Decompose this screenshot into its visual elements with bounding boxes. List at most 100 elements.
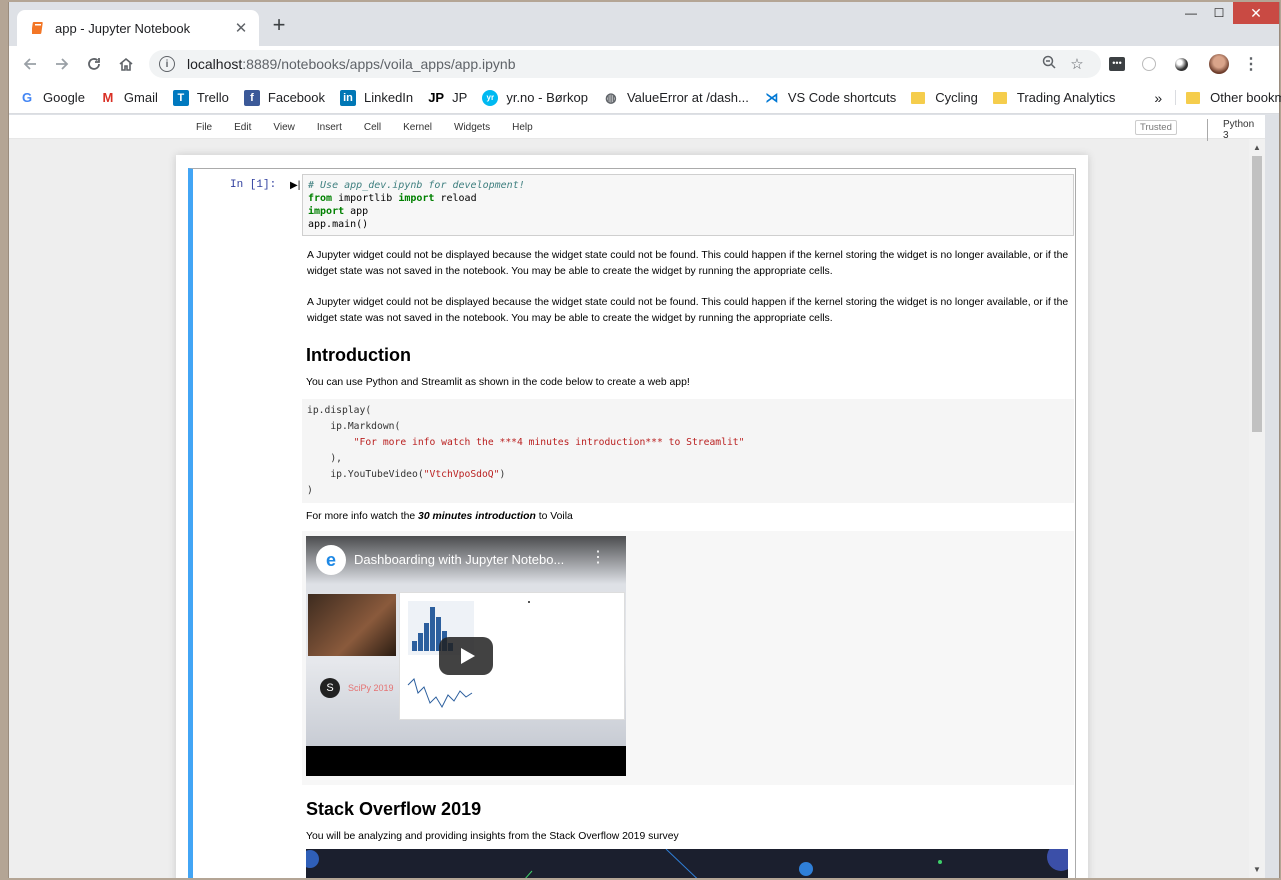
menu-view[interactable]: View (262, 122, 306, 133)
bookmarks-bar: G Google M Gmail T Trello f Facebook in LinkedIn J… (9, 82, 1281, 114)
folder-icon (1186, 91, 1201, 104)
jp-icon: JP (428, 90, 445, 105)
close-tab-icon[interactable]: ✕ (233, 19, 249, 37)
jupyter-menubar: File Edit View Insert Cell Kernel Widget… (9, 115, 1265, 141)
jupyter-page: File Edit View Insert Cell Kernel Widget… (9, 115, 1265, 878)
video-more-icon[interactable]: ⋮ (590, 550, 606, 566)
browser-tab[interactable]: app - Jupyter Notebook ✕ (17, 10, 259, 46)
bookmark-item[interactable]: ⋊ VS Code shortcuts (764, 90, 896, 106)
globe-icon: ◍ (605, 89, 617, 105)
input-prompt: In [1]: (230, 179, 277, 191)
reload-button[interactable] (78, 48, 110, 80)
new-tab-button[interactable]: + (267, 14, 291, 36)
code-string: "For more info watch the ***4 minutes in… (353, 437, 745, 448)
bookmark-folder-cycling[interactable]: Cycling (911, 90, 978, 105)
profile-avatar[interactable] (1203, 50, 1235, 78)
trusted-badge[interactable]: Trusted (1135, 120, 1177, 135)
zoom-icon[interactable] (1035, 55, 1063, 73)
close-window-button[interactable]: ✕ (1233, 2, 1279, 24)
site-info-icon[interactable]: i (159, 56, 175, 72)
maximize-button[interactable]: ☐ (1205, 2, 1233, 24)
banner-decoration-graphic (306, 849, 1068, 878)
intro-heading: Introduction (306, 345, 411, 365)
widget-error-message: A Jupyter widget could not be displayed … (307, 297, 1069, 324)
tab-strip: app - Jupyter Notebook ✕ + — ☐ ✕ (9, 2, 1279, 46)
stackoverflow-banner-image (306, 849, 1068, 878)
scipy-badge: S SciPy 2019 (320, 678, 394, 698)
extension-dots-icon[interactable]: ••• (1101, 50, 1133, 78)
bookmark-item[interactable]: f Facebook (243, 89, 325, 106)
video-title-bar: e Dashboarding with Jupyter Notebo... ⋮ (306, 536, 626, 584)
forward-arrow-icon (56, 58, 69, 70)
kernel-name: Python 3 (1223, 119, 1255, 141)
bookmark-label: Trello (196, 90, 229, 105)
menu-insert[interactable]: Insert (306, 122, 353, 133)
bookmark-item[interactable]: T Trello (172, 89, 229, 106)
bookmark-item[interactable]: M Gmail (100, 90, 158, 106)
bookmark-star-icon[interactable]: ☆ (1063, 55, 1091, 73)
bookmark-label: Facebook (267, 90, 325, 105)
code-text: ip.Markdown( (307, 421, 401, 432)
run-cell-icon[interactable]: ▶| (290, 180, 300, 191)
bookmark-label: Gmail (123, 90, 158, 105)
home-button[interactable] (110, 48, 142, 80)
intro-text: You can use Python and Streamlit as show… (306, 377, 690, 388)
menu-widgets[interactable]: Widgets (443, 122, 501, 133)
bookmarks-overflow-button[interactable]: » (1154, 90, 1162, 106)
scipy-logo-icon: S (320, 678, 340, 698)
trello-icon: T (172, 89, 189, 106)
text-span: to Voila (535, 511, 573, 522)
bookmarks-list: G Google M Gmail T Trello f Facebook in LinkedIn J… (19, 89, 911, 106)
scrollbar-thumb[interactable] (1252, 156, 1262, 432)
yr-icon: yr (482, 89, 499, 106)
scroll-down-icon[interactable]: ▼ (1253, 865, 1261, 874)
code-string: "VtchVpoSdoQ" (423, 469, 500, 480)
video-title[interactable]: Dashboarding with Jupyter Notebo... (354, 552, 564, 568)
widget-error-message: A Jupyter widget could not be displayed … (307, 250, 1069, 277)
menu-icon[interactable]: ⋮ (1235, 50, 1267, 78)
bookmark-item[interactable]: yr yr.no - Børkop (482, 89, 588, 106)
extensions-area: ••• ⋮ (1101, 50, 1267, 78)
other-bookmarks-folder[interactable]: Other bookmarks (1175, 90, 1281, 105)
extension-circle-icon[interactable] (1165, 50, 1197, 78)
bookmark-item[interactable]: JP JP (428, 90, 467, 106)
notebook-container: In [1]: ▶| # Use app_dev.ipynb for devel… (176, 155, 1088, 878)
code-text: reload (434, 193, 477, 204)
code-text: ) (499, 469, 506, 480)
menu-kernel[interactable]: Kernel (392, 122, 443, 133)
back-button[interactable] (14, 48, 46, 80)
url-path: :8889/notebooks/apps/voila_apps/app.ipyn… (242, 56, 516, 72)
bookmark-item[interactable]: ◍ ValueError at /dash... (603, 90, 749, 106)
url-text[interactable]: localhost:8889/notebooks/apps/voila_apps… (187, 56, 1035, 72)
bookmark-folder-trading[interactable]: Trading Analytics (992, 90, 1115, 105)
menu-help[interactable]: Help (501, 122, 544, 133)
extension-timer-icon[interactable] (1133, 50, 1165, 78)
scroll-up-icon[interactable]: ▲ (1253, 143, 1261, 152)
bookmark-label: Google (43, 90, 85, 105)
home-icon (119, 57, 133, 71)
menu-edit[interactable]: Edit (223, 122, 262, 133)
play-button[interactable] (439, 637, 493, 675)
bookmark-item[interactable]: G Google (19, 90, 85, 106)
jupyter-notebook-icon (31, 21, 45, 35)
emphasis-text: 30 minutes introduction (418, 511, 536, 522)
code-editor[interactable]: # Use app_dev.ipynb for development! fro… (302, 174, 1074, 236)
code-cell[interactable]: In [1]: ▶| # Use app_dev.ipynb for devel… (188, 168, 1076, 878)
stackoverflow-text: You will be analyzing and providing insi… (306, 831, 679, 842)
url-host: localhost (187, 56, 243, 72)
stackoverflow-heading: Stack Overflow 2019 (306, 799, 482, 819)
jupyter-menu: File Edit View Insert Cell Kernel Widget… (185, 115, 1254, 141)
address-bar[interactable]: i localhost:8889/notebooks/apps/voila_ap… (149, 50, 1101, 78)
kernel-indicator[interactable]: Python 3 (1207, 119, 1265, 141)
menu-file[interactable]: File (185, 122, 223, 133)
back-arrow-icon (23, 58, 36, 70)
gmail-icon: M (102, 90, 114, 105)
channel-logo-icon[interactable]: e (316, 545, 346, 575)
bookmark-item[interactable]: in LinkedIn (340, 89, 413, 106)
minimize-button[interactable]: — (1177, 2, 1205, 24)
page-scrollbar[interactable]: ▲ ▼ (1249, 139, 1265, 878)
code-text: ) (307, 485, 313, 496)
youtube-video-embed[interactable]: S SciPy 2019 e Dashboarding with Jupyter … (306, 536, 626, 776)
menu-cell[interactable]: Cell (353, 122, 392, 133)
forward-button[interactable] (46, 48, 78, 80)
